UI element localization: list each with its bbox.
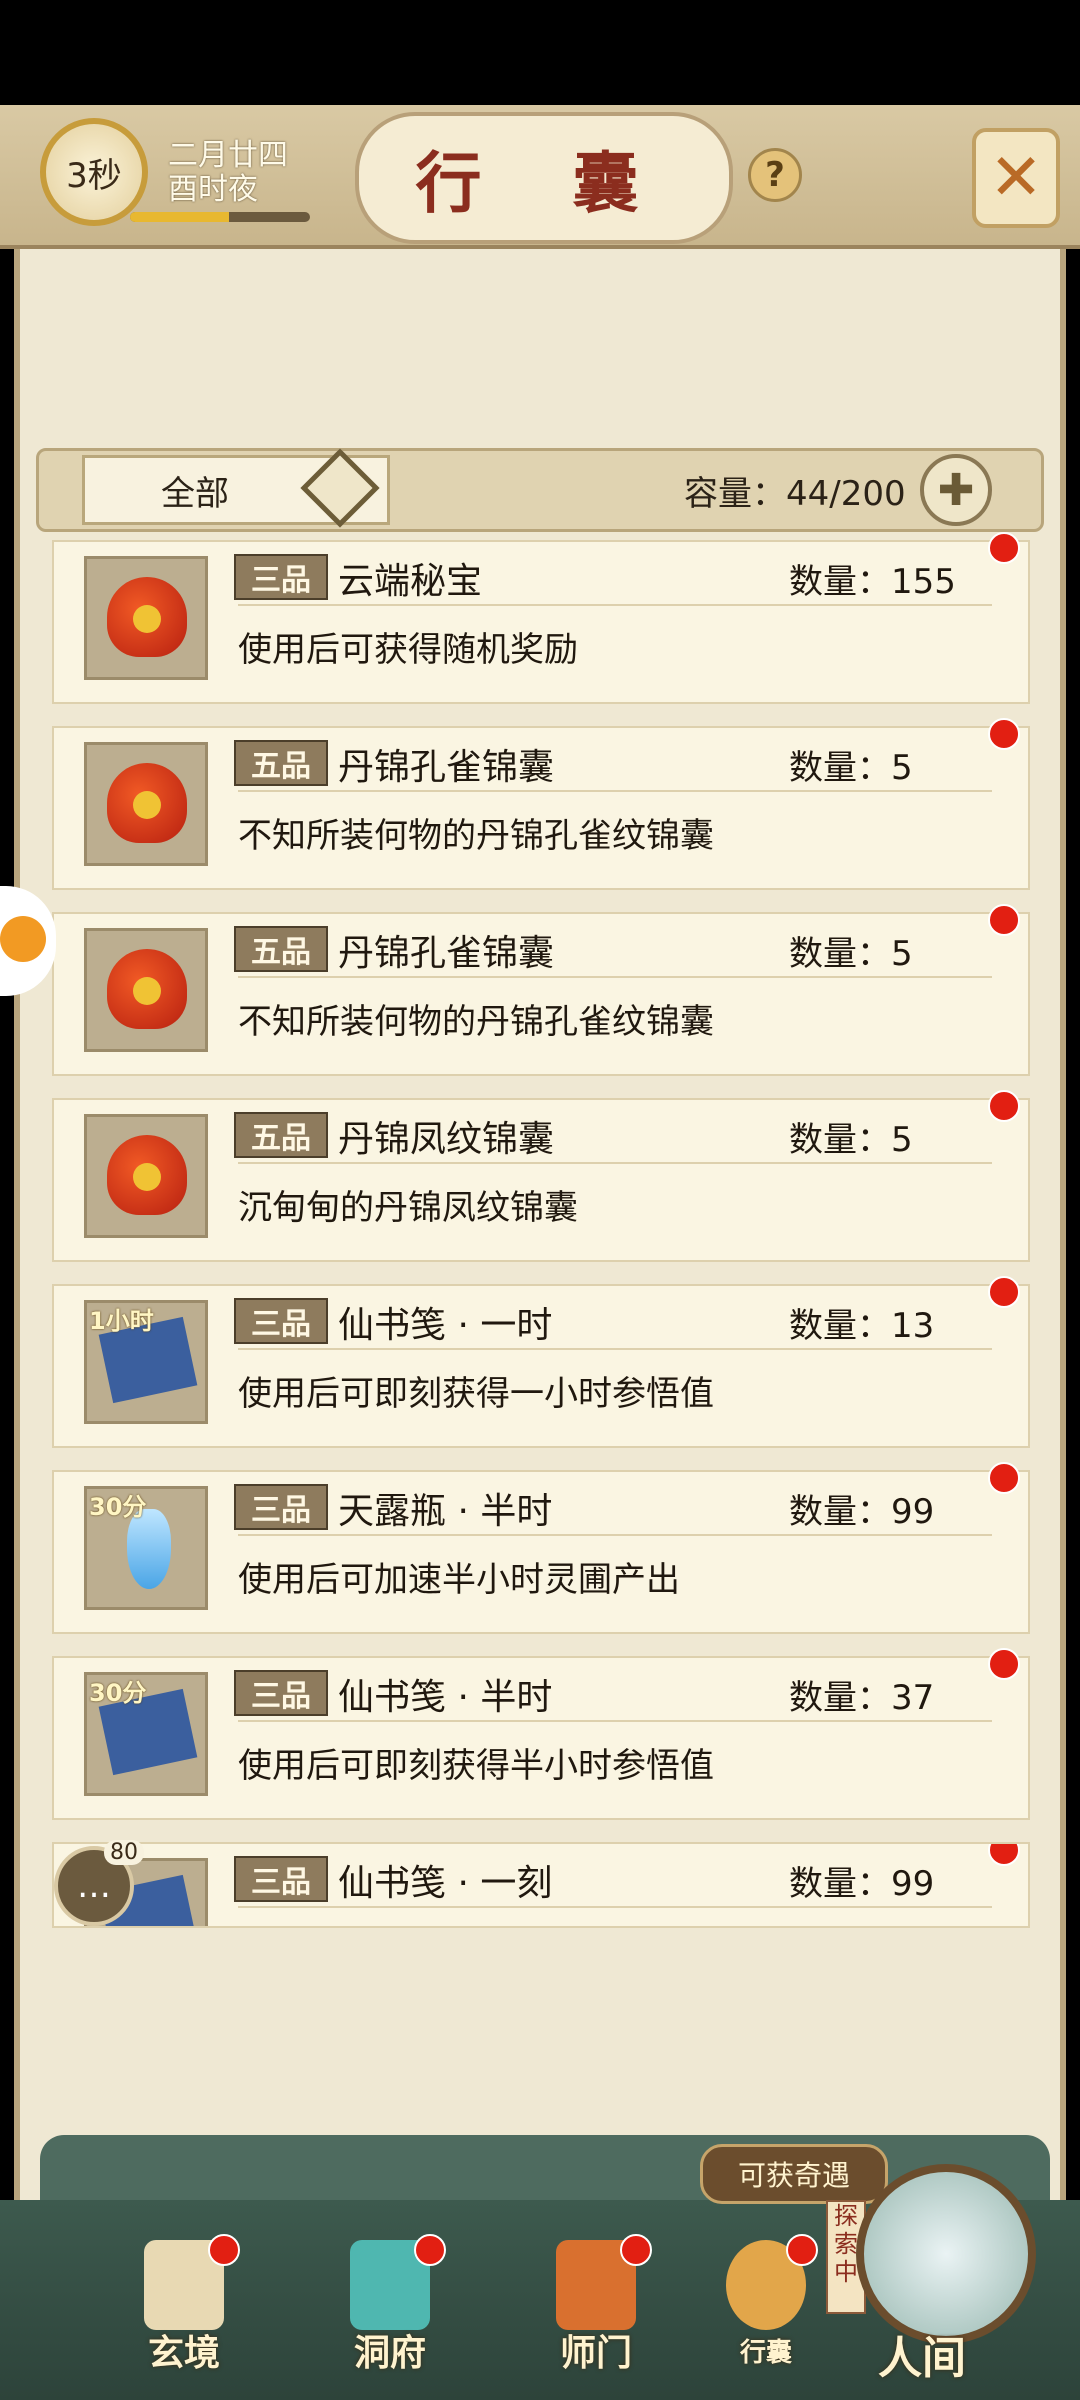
nav-xuanjing[interactable]: 玄境 bbox=[124, 2234, 244, 2374]
adventure-available-badge[interactable]: 可获奇遇 bbox=[700, 2144, 888, 2204]
item-thumbnail bbox=[84, 1114, 208, 1238]
nav-dongfu[interactable]: 洞府 bbox=[330, 2234, 450, 2374]
item-rank-badge: 三品 bbox=[234, 1856, 328, 1902]
nav-label: 玄境 bbox=[147, 2332, 220, 2374]
inventory-item[interactable]: 分三品仙书笺 · 一刻数量：99 bbox=[52, 1842, 1030, 1928]
item-quantity: 数量：99 bbox=[789, 1492, 935, 1532]
item-quantity: 数量：155 bbox=[789, 562, 956, 602]
item-name: 仙书笺 · 半时 bbox=[338, 1677, 553, 1718]
close-icon[interactable]: ✕ bbox=[972, 128, 1060, 228]
inventory-item[interactable]: 五品 丹锦孔雀锦囊 数量：5 不知所装何物的丹锦孔雀纹锦囊 bbox=[52, 718, 1030, 890]
item-quantity: 数量：13 bbox=[789, 1306, 935, 1346]
item-thumbnail: 30分 bbox=[84, 1672, 208, 1796]
item-rank-badge: 五品 bbox=[234, 1112, 328, 1158]
notification-dot bbox=[988, 1462, 1020, 1494]
day-progress-bar bbox=[130, 212, 310, 222]
item-name: 丹锦凤纹锦囊 bbox=[338, 1119, 555, 1160]
item-description: 使用后可获得随机奖励 bbox=[238, 630, 578, 670]
nav-shimen[interactable]: 师门 bbox=[536, 2234, 656, 2374]
divider bbox=[238, 1162, 992, 1164]
notification-dot bbox=[620, 2234, 652, 2266]
item-name: 云端秘宝 bbox=[338, 561, 483, 602]
notification-dot bbox=[988, 1844, 1020, 1866]
nav-xingnang[interactable]: 行囊 bbox=[706, 2234, 826, 2370]
divider bbox=[238, 1906, 992, 1908]
bag-icon bbox=[107, 577, 187, 657]
date-line2: 酉时夜 bbox=[168, 172, 258, 207]
notification-dot bbox=[786, 2234, 818, 2266]
item-rank-badge: 三品 bbox=[234, 1484, 328, 1530]
filter-selected-label: 全部 bbox=[161, 473, 229, 514]
item-name: 仙书笺 · 一刻 bbox=[338, 1863, 553, 1904]
divider bbox=[238, 1534, 992, 1536]
inventory-item[interactable]: 1小时 三品 仙书笺 · 一时 数量：13 使用后可即刻获得一小时参悟值 bbox=[52, 1276, 1030, 1448]
bag-icon bbox=[107, 1135, 187, 1215]
notification-dot bbox=[988, 1648, 1020, 1680]
gamepad-icon bbox=[0, 916, 46, 962]
timer-text: 3秒 bbox=[66, 155, 122, 196]
item-quantity: 数量：99 bbox=[789, 1864, 935, 1904]
notification-dot bbox=[988, 1090, 1020, 1122]
day-progress-fill bbox=[130, 212, 229, 222]
bag-icon bbox=[107, 949, 187, 1029]
item-rank-badge: 三品 bbox=[234, 1298, 328, 1344]
inventory-item[interactable]: 五品 丹锦凤纹锦囊 数量：5 沉甸甸的丹锦凤纹锦囊 bbox=[52, 1090, 1030, 1262]
inventory-item[interactable]: 三品 云端秘宝 数量：155 使用后可获得随机奖励 bbox=[52, 532, 1030, 704]
divider bbox=[238, 1348, 992, 1350]
nav-renjian-label: 人间 bbox=[878, 2333, 966, 2384]
inventory-item[interactable]: 30分 三品 仙书笺 · 半时 数量：37 使用后可即刻获得半小时参悟值 bbox=[52, 1648, 1030, 1820]
nav-renjian-emblem[interactable] bbox=[856, 2164, 1036, 2344]
item-quantity: 数量：5 bbox=[789, 1120, 913, 1160]
duration-tag: 30分 bbox=[89, 1679, 147, 1707]
item-description: 不知所装何物的丹锦孔雀纹锦囊 bbox=[238, 816, 714, 856]
item-rank-badge: 五品 bbox=[234, 740, 328, 786]
chat-count-badge: 80 bbox=[104, 1840, 144, 1865]
page-title: 行 囊 bbox=[355, 112, 733, 244]
divider bbox=[238, 790, 992, 792]
nav-label: 行囊 bbox=[739, 2338, 792, 2368]
divider bbox=[238, 1720, 992, 1722]
timer-badge: 3秒 bbox=[40, 118, 148, 226]
item-description: 不知所装何物的丹锦孔雀纹锦囊 bbox=[238, 1002, 714, 1042]
inventory-item[interactable]: 30分 三品 天露瓶 · 半时 数量：99 使用后可加速半小时灵圃产出 bbox=[52, 1462, 1030, 1634]
item-description: 沉甸甸的丹锦凤纹锦囊 bbox=[238, 1188, 578, 1228]
item-rank-badge: 三品 bbox=[234, 1670, 328, 1716]
duration-tag: 30分 bbox=[89, 1493, 147, 1521]
item-name: 丹锦孔雀锦囊 bbox=[338, 933, 555, 974]
divider bbox=[238, 976, 992, 978]
nav-label: 洞府 bbox=[353, 2332, 426, 2374]
item-quantity: 数量：5 bbox=[789, 748, 913, 788]
item-name: 仙书笺 · 一时 bbox=[338, 1305, 553, 1346]
capacity-text: 容量：44/200 bbox=[684, 474, 906, 514]
item-rank-badge: 三品 bbox=[234, 554, 328, 600]
item-thumbnail: 1小时 bbox=[84, 1300, 208, 1424]
item-description: 使用后可即刻获得一小时参悟值 bbox=[238, 1374, 714, 1414]
notification-dot bbox=[414, 2234, 446, 2266]
item-quantity: 数量：37 bbox=[789, 1678, 935, 1718]
duration-tag: 1小时 bbox=[89, 1307, 154, 1335]
item-quantity: 数量：5 bbox=[789, 934, 913, 974]
notification-dot bbox=[208, 2234, 240, 2266]
item-description: 使用后可加速半小时灵圃产出 bbox=[238, 1560, 680, 1600]
item-thumbnail: 30分 bbox=[84, 1486, 208, 1610]
item-name: 丹锦孔雀锦囊 bbox=[338, 747, 555, 788]
inventory-item[interactable]: 五品 丹锦孔雀锦囊 数量：5 不知所装何物的丹锦孔雀纹锦囊 bbox=[52, 904, 1030, 1076]
expand-capacity-icon[interactable]: ✚ bbox=[920, 454, 992, 526]
notification-dot bbox=[988, 904, 1020, 936]
item-description: 使用后可即刻获得半小时参悟值 bbox=[238, 1746, 714, 1786]
notification-dot bbox=[988, 532, 1020, 564]
help-icon[interactable]: ? bbox=[748, 148, 802, 202]
item-thumbnail bbox=[84, 556, 208, 680]
item-thumbnail bbox=[84, 928, 208, 1052]
nav-label: 师门 bbox=[559, 2332, 632, 2374]
notification-dot bbox=[988, 718, 1020, 750]
divider bbox=[238, 604, 992, 606]
item-rank-badge: 五品 bbox=[234, 926, 328, 972]
item-name: 天露瓶 · 半时 bbox=[338, 1491, 553, 1532]
notification-dot bbox=[988, 1276, 1020, 1308]
bag-icon bbox=[107, 763, 187, 843]
item-thumbnail bbox=[84, 742, 208, 866]
